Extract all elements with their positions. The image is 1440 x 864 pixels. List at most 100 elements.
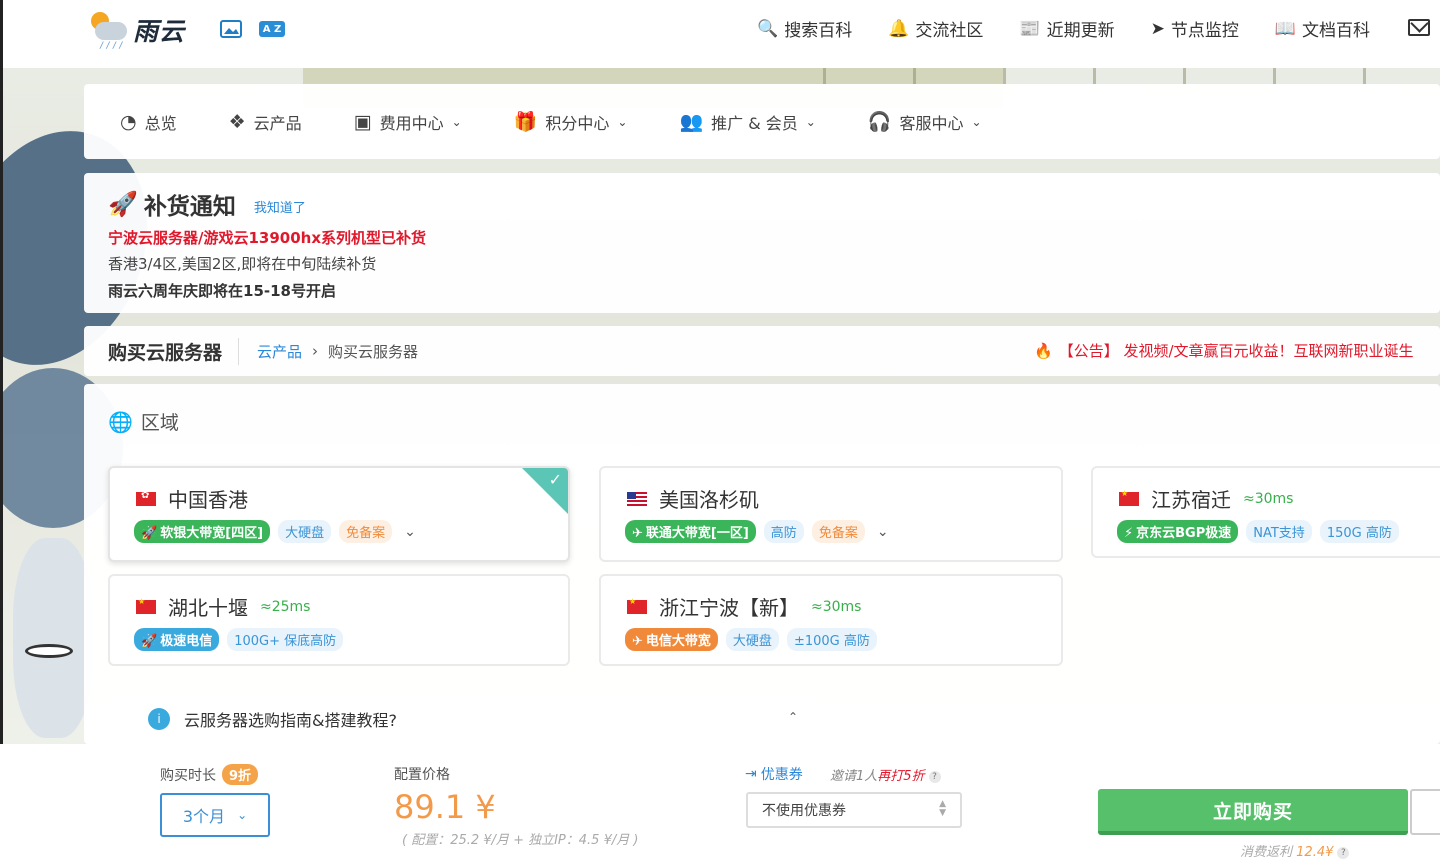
newspaper-icon: 📰 [1019,18,1041,39]
topnav-label: 交流社区 [915,21,984,41]
feature-tag: 免备案 [339,520,393,543]
us-flag-icon [627,491,647,506]
coupon-label: ⇥ 优惠券 [745,766,803,783]
region-option[interactable]: 中国香港 🚀软银大带宽[四区] 大硬盘免备案 ⌄ ✓ [108,466,570,562]
mainnav-label: 客服中心 [899,113,964,133]
buy-now-button[interactable]: 立即购买 [1098,789,1408,835]
mainnav-item[interactable]: 🎁 积分中心 ⌄ [514,110,628,134]
region-name: 江苏宿迁 [1151,488,1231,512]
top-header: //// 雨云 A Z 🔍 搜索百科 🔔 交流社区 📰 近期更新 ➤ 节点监控 📖 文档百科 [0,0,1440,68]
topnav-label: 搜索百科 [784,21,853,41]
mainnav-item[interactable]: ▣ 费用中心 ⌄ [354,110,462,134]
feature-tag: 免备案 [811,520,865,543]
purchase-bar: 购买时长 9折 3个月 ⌄ 配置价格 89.1 ¥ ( 配置：25.2 ¥/月 + … [0,744,1440,864]
restock-notice: 🚀 补货通知 我知道了 宁波云服务器/游戏云13900hx系列机型已补货 香港3… [84,173,1440,313]
page-title: 购买云服务器 [108,337,240,365]
help-icon[interactable]: ? [928,770,941,783]
region-option[interactable]: 江苏宿迁 ≈30ms⚡京东云BGP极速 NAT支持 150G 高防 [1091,466,1440,558]
total-price: 89.1 ¥ [394,788,496,826]
mainnav-item[interactable]: 👥 推广 & 会员 ⌄ [679,110,815,134]
feature-tag: 🚀 极速电信 [134,628,220,651]
duration-label: 购买时长 9折 [160,764,259,785]
region-option[interactable]: 浙江宁波【新】 ≈30ms ✈电信大带宽大硬盘 ±100G 高防 [599,574,1063,666]
topnav-label: 节点监控 [1170,21,1239,41]
login-icon: ⇥ [745,766,757,782]
chevron-down-icon: ⌄ [971,114,982,129]
topnav-item[interactable]: ➤ 节点监控 [1150,16,1239,42]
topnav-label: 文档百科 [1302,21,1370,41]
feature-tag: 大硬盘 [725,628,779,651]
mainnav-item[interactable]: ❖ 云产品 [229,110,302,134]
cn-flag-icon [627,597,647,614]
translate-icon[interactable]: A Z [259,21,285,37]
send-icon: ➤ [1150,18,1165,39]
globe-icon: 🌐 [108,409,133,434]
guide-text: 云服务器选购指南&搭建教程? [184,711,397,730]
feature-tag: NAT支持 [1246,520,1312,543]
rocket-icon: 🚀 [108,190,138,218]
topnav-item[interactable]: 📰 近期更新 [1019,16,1114,42]
feature-tag: 100G+ 保底高防 [227,628,344,651]
main-nav: ◔ 总览 ❖ 云产品 ▣ 费用中心 ⌄ 🎁 积分中心 ⌄ 👥 推广 & 会员 ⌄ 🎧 客服中心 ⌄ [84,84,1440,159]
breadcrumb-current: 购买云服务器 [328,342,419,361]
region-option[interactable]: 湖北十堰 ≈25ms 🚀极速电信 100G+ 保底高防 [108,574,570,666]
latency-badge: ≈30ms [811,598,862,615]
feature-tag: 150G 高防 [1319,520,1399,543]
fire-icon: 🔥 [1034,341,1053,360]
duration-select[interactable]: 3个月 ⌄ [160,793,270,837]
notice-dismiss-link[interactable]: 我知道了 [254,197,306,216]
region-name: 浙江宁波【新】 [659,596,799,620]
region-option[interactable]: 美国洛杉矶 ✈ 联通大带宽[一区] 高防 免备案 ⌄ [599,466,1063,562]
chevron-up-icon: ⌃ [787,710,798,724]
feature-tag: ±100G 高防 [786,628,877,651]
purchase-guide-toggle[interactable]: i 云服务器选购指南&搭建教程? ⌃ [108,694,814,744]
top-nav: 🔍 搜索百科 🔔 交流社区 📰 近期更新 ➤ 节点监控 📖 文档百科 [721,16,1370,42]
breadcrumb-link-products[interactable]: 云产品 [257,341,302,362]
chevron-down-icon: ⌄ [805,114,816,129]
cn-flag-icon [1119,489,1139,506]
topnav-item[interactable]: 🔍 搜索百科 [757,16,853,42]
logo[interactable]: //// 雨云 [87,10,186,51]
image-icon[interactable] [219,19,243,39]
check-icon: ✓ [548,470,562,489]
region-name: 湖北十堰 [168,596,248,620]
feature-tag: 🚀 软银大带宽[四区] [134,520,271,543]
mail-icon[interactable] [1408,19,1430,36]
mainnav-label: 云产品 [253,113,302,133]
breadcrumb-separator: › [312,342,319,360]
feature-tag: ⚡ 京东云BGP极速 [1117,520,1239,543]
feature-tag: 大硬盘 [278,520,332,543]
latency-badge: ≈30ms [1243,490,1294,507]
mainnav-label: 总览 [144,113,177,133]
rebate-info: 消费返利 12.4¥? [1240,841,1350,860]
gift-icon: 🎁 [513,111,538,133]
users-icon: 👥 [679,111,704,133]
coupon-select[interactable]: 不使用优惠券 ▲ ▼ [746,792,962,828]
topnav-item[interactable]: 🔔 交流社区 [888,16,984,42]
brand-name: 雨云 [133,17,186,46]
mainnav-label: 积分中心 [545,113,610,133]
chevron-down-icon: ⌄ [617,114,628,129]
notice-line: 香港3/4区,美国2区,即将在中旬陆续补货 [108,255,377,273]
mainnav-item[interactable]: ◔ 总览 [120,110,177,134]
latency-badge: ≈25ms [260,598,311,615]
breadcrumb-bar: 购买云服务器 云产品 › 购买云服务器 🔥 【公告】 发视频/文章赢百元收益！互… [84,326,1440,376]
chevron-down-icon[interactable]: ⌄ [877,524,889,540]
headset-icon: 🎧 [867,111,892,133]
notice-line: 雨云六周年庆即将在15-18号开启 [108,282,336,300]
region-section: 🌐 区域 中国香港🚀软银大带宽[四区]大硬盘免备案⌄✓美国洛杉矶✈联通大带宽[一… [84,384,1440,744]
region-name: 美国洛杉矶 [659,488,759,512]
chevron-down-icon: ⌄ [451,114,462,129]
dashboard-icon: ◔ [120,110,137,133]
feature-tag: 高防 [763,520,804,543]
topnav-item[interactable]: 📖 文档百科 [1275,16,1370,42]
price-breakdown: ( 配置：25.2 ¥/月 + 独立IP：4.5 ¥/月 ) [402,833,639,848]
notice-title: 补货通知 [143,194,236,220]
region-section-title: 区域 [140,412,179,434]
help-icon[interactable]: ? [1337,846,1350,859]
secondary-button[interactable] [1410,789,1440,835]
announcement-marquee[interactable]: 🔥 【公告】 发视频/文章赢百元收益！互联网新职业诞生 [1034,340,1414,361]
cubes-icon: ❖ [228,110,246,133]
mainnav-item[interactable]: 🎧 客服中心 ⌄ [868,110,982,134]
chevron-down-icon[interactable]: ⌄ [404,524,416,540]
